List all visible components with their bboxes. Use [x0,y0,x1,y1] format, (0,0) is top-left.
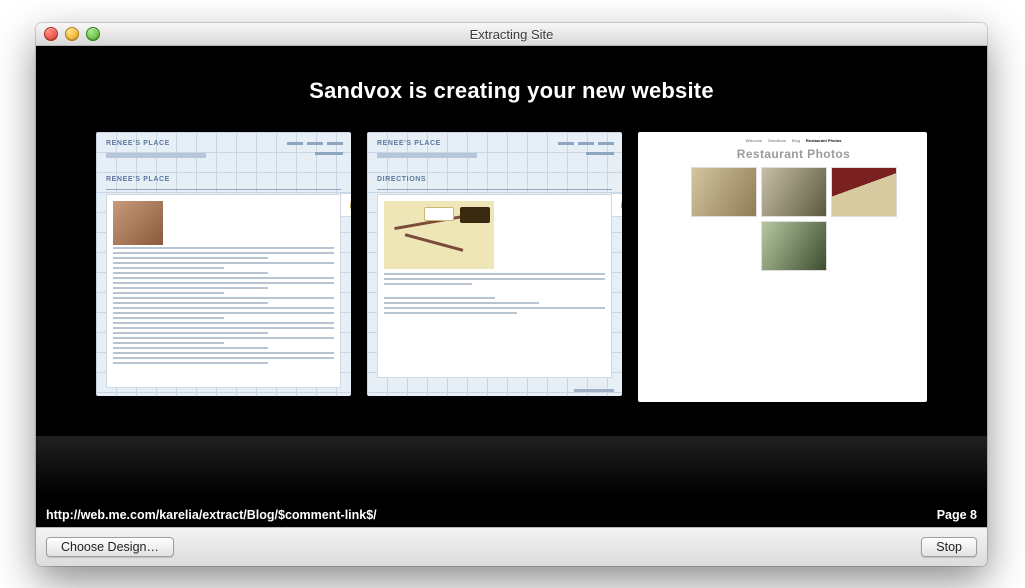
status-row: http://web.me.com/karelia/extract/Blog/$… [36,508,987,522]
choose-design-button[interactable]: Choose Design… [46,537,174,557]
preview-nav-sub [315,152,343,155]
nav-item: Restaurant Photos [806,138,842,143]
preview-nav-sub [586,152,614,155]
preview-subtitle-line [377,153,477,158]
preview-section-title: DIRECTIONS [377,176,612,183]
preview-text-lines [113,247,334,364]
preview-sidebar-widget [340,193,351,217]
nav-item: Directions [768,138,786,143]
reflection-gradient [36,436,987,510]
nav-item: Blog [792,138,800,143]
preview-body [106,194,341,388]
preview-nav: Welcome Directions Blog Restaurant Photo… [666,138,921,143]
photo-thumb [761,221,827,271]
map-logo-badge [460,207,490,223]
photo-thumb [831,167,897,217]
preview-page-title: Restaurant Photos [666,147,921,161]
map-image [384,201,494,269]
window-title: Extracting Site [36,23,987,45]
photo-grid [666,167,921,271]
preview-section-title: RENEE'S PLACE [106,176,341,183]
extracting-window: Extracting Site Sandvox is creating your… [36,23,987,566]
bottom-toolbar: Choose Design… Stop [36,527,987,566]
preview-carousel: RENEE'S PLACE RENEE'S PLACE [96,132,927,402]
titlebar: Extracting Site [36,23,987,46]
nav-item: Welcome [746,138,763,143]
headline: Sandvox is creating your new website [309,78,714,104]
preview-sidebar-widget [611,193,622,217]
preview-body [377,194,612,378]
preview-nav [287,142,343,145]
photo-thumb [691,167,757,217]
portrait-image [113,201,163,245]
status-page: Page 8 [937,508,977,522]
hr-icon [377,189,612,190]
status-url: http://web.me.com/karelia/extract/Blog/$… [46,508,377,522]
photo-thumb [761,167,827,217]
hr-icon [106,189,341,190]
progress-stage: Sandvox is creating your new website REN… [36,46,987,528]
preview-text-lines [384,273,605,314]
preview-page: Welcome Directions Blog Restaurant Photo… [638,132,927,402]
preview-page: RENEE'S PLACE RENEE'S PLACE [96,132,351,396]
stop-button[interactable]: Stop [921,537,977,557]
preview-footer-line [574,389,614,392]
preview-subtitle-line [106,153,206,158]
preview-page: RENEE'S PLACE DIRECTIONS [367,132,622,396]
preview-nav [558,142,614,145]
map-address-badge [424,207,454,221]
